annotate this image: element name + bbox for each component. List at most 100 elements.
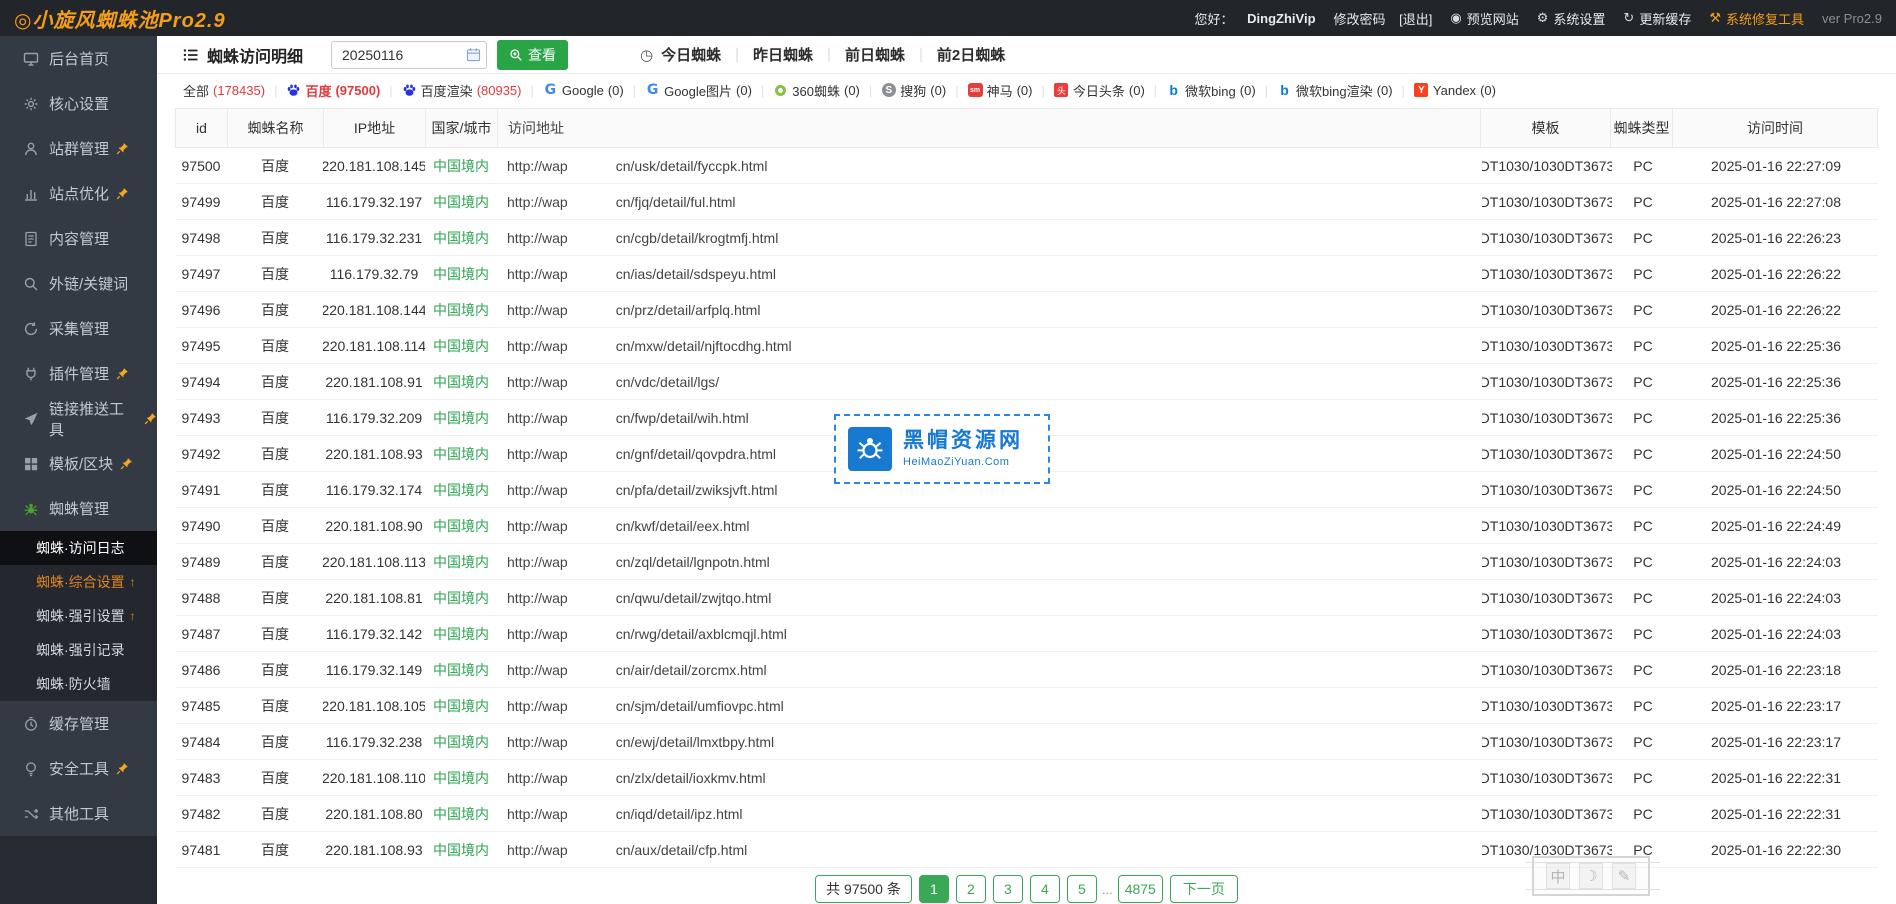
cell-spider-name: 百度	[227, 408, 323, 428]
cell-spider-name: 百度	[227, 300, 323, 320]
logout-link[interactable]: [退出]	[1399, 9, 1432, 28]
filter-sogou[interactable]: S搜狗(0)	[881, 81, 946, 100]
cell-ip: 116.179.32.142	[323, 626, 425, 642]
filter-google[interactable]: GGoogle(0)	[543, 83, 624, 98]
sidebar-item-monitor[interactable]: 后台首页	[0, 36, 157, 81]
filter-all[interactable]: 全部(178435)	[183, 81, 265, 100]
view-button[interactable]: 查看	[497, 40, 568, 70]
sidebar-item-grid[interactable]: 模板/区块	[0, 441, 157, 486]
quick-link-1[interactable]: 昨日蜘蛛	[753, 44, 813, 65]
filter-toutiao[interactable]: 头今日头条(0)	[1054, 81, 1145, 100]
filter-yandex[interactable]: YYandex(0)	[1414, 83, 1496, 98]
pin-icon	[116, 762, 129, 775]
page-button-3[interactable]: 3	[993, 875, 1023, 903]
separator: |	[735, 46, 739, 63]
yandex-icon: Y	[1414, 83, 1429, 98]
quick-links: ◷ 今日蜘蛛|昨日蜘蛛|前日蜘蛛|前2日蜘蛛	[640, 44, 1005, 65]
sidebar-item-shuffle[interactable]: 其他工具	[0, 791, 157, 836]
filter-shenma[interactable]: sm神马(0)	[968, 81, 1033, 100]
update-cache-link[interactable]: ↻更新缓存	[1623, 9, 1691, 28]
url-path: cn/air/detail/zorcmx.html	[616, 662, 767, 678]
url-path: cn/vdc/detail/lgs/	[616, 374, 720, 390]
filter-baidu[interactable]: 百度(97500)	[286, 81, 380, 100]
url-prefix: http://wap	[507, 626, 568, 642]
sidebar-submenu-spider: 蜘蛛·访问日志蜘蛛·综合设置↑蜘蛛·强引设置↑蜘蛛·强引记录蜘蛛·防火墙	[0, 531, 157, 701]
sidebar-item-send[interactable]: 链接推送工具	[0, 396, 157, 441]
table-header-cell: 模板	[1481, 109, 1611, 147]
sidebar-item-refresh[interactable]: 采集管理	[0, 306, 157, 351]
separator: |	[389, 83, 392, 98]
filter-bing[interactable]: b微软bing渲染(0)	[1277, 81, 1392, 100]
filter-count: (0)	[608, 83, 624, 98]
filter-baidu[interactable]: 百度渲染(80935)	[402, 81, 522, 100]
cell-spider-name: 百度	[227, 192, 323, 212]
page-button-2[interactable]: 2	[956, 875, 986, 903]
page-button-4[interactable]: 4	[1030, 875, 1060, 903]
url-path: cn/kwf/detail/eex.html	[616, 518, 750, 534]
sidebar-item-user[interactable]: 站群管理	[0, 126, 157, 171]
cell-ip: 220.181.108.80	[323, 806, 425, 822]
toutiao-icon: 头	[1054, 83, 1069, 98]
sidebar-item-label: 站群管理	[49, 138, 109, 159]
cell-type: PC	[1612, 518, 1674, 534]
sidebar-item-bulb[interactable]: 安全工具	[0, 746, 157, 791]
separator: |	[274, 83, 277, 98]
page-button-last[interactable]: 4875	[1118, 875, 1163, 903]
cell-spider-name: 百度	[227, 228, 323, 248]
sidebar-subitem[interactable]: 蜘蛛·强引记录	[0, 633, 157, 667]
date-input[interactable]	[331, 41, 487, 69]
sidebar-item-plug[interactable]: 插件管理	[0, 351, 157, 396]
spider-visit-table: id蜘蛛名称IP地址国家/城市访问地址模板蜘蛛类型访问时间 97500百度220…	[175, 108, 1878, 868]
sidebar-item-search[interactable]: 外链/关键词	[0, 261, 157, 306]
sidebar-item-spider[interactable]: 蜘蛛管理	[0, 486, 157, 531]
url-prefix: http://wap	[507, 518, 568, 534]
cell-type: PC	[1612, 410, 1674, 426]
google-icon: G	[645, 83, 660, 98]
sidebar-item-gear[interactable]: 核心设置	[0, 81, 157, 126]
url-path: cn/gnf/detail/qovpdra.html	[616, 446, 776, 462]
cell-id: 97484	[175, 734, 227, 750]
sidebar-item-document[interactable]: 内容管理	[0, 216, 157, 261]
sidebar-item-clock[interactable]: 缓存管理	[0, 701, 157, 746]
cell-time: 2025-01-16 22:26:22	[1674, 266, 1878, 282]
page-button-5[interactable]: 5	[1067, 875, 1097, 903]
sidebar-subitem[interactable]: 蜘蛛·防火墙	[0, 667, 157, 701]
url-path: cn/qwu/detail/zwjtqo.html	[616, 590, 772, 606]
sidebar-subitem[interactable]: 蜘蛛·访问日志	[0, 531, 157, 565]
table-row: 97483百度220.181.108.110中国境内http://wapcn/z…	[175, 760, 1878, 796]
cell-time: 2025-01-16 22:22:30	[1674, 842, 1878, 858]
filter-s360[interactable]: 360蜘蛛(0)	[773, 81, 860, 100]
sidebar-subitem[interactable]: 蜘蛛·强引设置↑	[0, 599, 157, 633]
sidebar-item-label: 内容管理	[49, 228, 109, 249]
username: DingZhiVip	[1247, 11, 1315, 26]
cell-country: 中国境内	[425, 840, 497, 860]
calendar-icon[interactable]	[466, 47, 481, 62]
filter-bing[interactable]: b微软bing(0)	[1166, 81, 1255, 100]
quick-link-3[interactable]: 前2日蜘蛛	[937, 44, 1005, 65]
system-settings-link[interactable]: ⚙系统设置	[1537, 9, 1606, 28]
sidebar-item-chart[interactable]: 站点优化	[0, 171, 157, 216]
watermark-overlay: 黑帽资源网 HeiMaoZiYuan.Com	[834, 414, 1050, 484]
sidebar-subitem[interactable]: 蜘蛛·综合设置↑	[0, 565, 157, 599]
spider-filter-bar: 全部(178435) | 百度(97500) | 百度渲染(80935) | GGoogle…	[157, 74, 1896, 106]
baidu-icon	[402, 83, 417, 98]
cell-type: PC	[1612, 662, 1674, 678]
page-button-1[interactable]: 1	[919, 875, 949, 903]
change-password-link[interactable]: 修改密码 [退出]	[1334, 9, 1433, 28]
quick-link-0[interactable]: 今日蜘蛛	[661, 44, 721, 65]
baidu-icon	[286, 83, 301, 98]
repair-tool-link[interactable]: ⚒系统修复工具	[1709, 9, 1804, 28]
cell-spider-name: 百度	[227, 264, 323, 284]
s360-icon	[773, 83, 788, 98]
preview-site-link[interactable]: ◉预览网站	[1450, 9, 1518, 28]
app: ◎小旋风蜘蛛池Pro2.9 您好： DingZhiVip 修改密码 [退出] ◉…	[0, 0, 1896, 904]
separator: |	[1041, 83, 1044, 98]
filter-google[interactable]: GGoogle图片(0)	[645, 81, 752, 100]
cell-country: 中国境内	[425, 588, 497, 608]
quick-link-2[interactable]: 前日蜘蛛	[845, 44, 905, 65]
cell-visit-url: http://wapcn/cgb/detail/krogtmfj.html	[497, 230, 1482, 246]
next-page-button[interactable]: 下一页	[1170, 875, 1238, 903]
url-prefix: http://wap	[507, 554, 568, 570]
filter-count: (97500)	[335, 83, 380, 98]
ime-glyph-0: 中	[1546, 863, 1570, 889]
